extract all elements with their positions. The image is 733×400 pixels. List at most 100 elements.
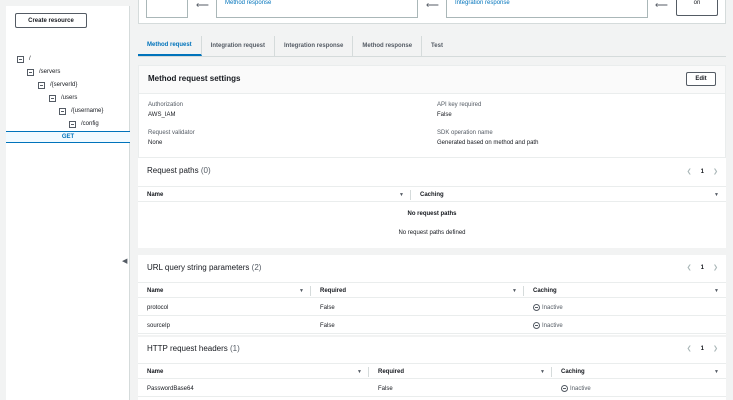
status-text: Inactive (570, 385, 591, 392)
validator-label: Request validator (148, 130, 195, 136)
page-number[interactable]: 1 (701, 265, 704, 271)
authorization-label: Authorization (148, 102, 184, 108)
tree-item-label: /servers (39, 69, 61, 75)
inactive-status-icon (561, 385, 568, 392)
sdk-value: Generated based on method and path (437, 140, 539, 146)
settings-title: Method request settings (148, 74, 241, 83)
resource-panel: Create resource / /servers /{serverId} /… (6, 6, 130, 400)
column-header-name[interactable]: Name (147, 187, 163, 203)
tab-method-response[interactable]: Method response (353, 36, 423, 56)
collapse-icon[interactable] (17, 55, 24, 63)
param-name: sourceIp (147, 322, 171, 329)
sort-down-icon[interactable]: ▼ (299, 283, 304, 299)
column-header-caching[interactable]: Caching (420, 187, 444, 203)
collapse-icon[interactable] (27, 68, 34, 76)
section-title-text: Request paths (147, 166, 199, 175)
query-params-title: URL query string parameters (2) (147, 263, 261, 272)
inactive-status-icon (533, 322, 540, 329)
sdk-label: SDK operation name (437, 130, 493, 136)
validator-value: None (148, 140, 163, 146)
tab-integration-response[interactable]: Integration response (275, 36, 354, 56)
flow-label: Integration response (455, 0, 510, 6)
page-number[interactable]: 1 (701, 346, 704, 352)
param-required: False (320, 304, 335, 311)
tree-item-config[interactable]: /config (69, 118, 99, 130)
collapse-icon[interactable] (49, 94, 56, 102)
flow-integration-response[interactable]: Integration response (446, 0, 648, 18)
sort-down-icon[interactable]: ▼ (399, 187, 404, 203)
sort-down-icon[interactable]: ▼ (714, 364, 719, 380)
tree-item-serverid[interactable]: /{serverId} (38, 79, 77, 91)
collapse-icon[interactable] (59, 107, 66, 115)
tree-item-users[interactable]: /users (49, 92, 77, 104)
flow-button[interactable]: on (676, 0, 718, 16)
settings-header: Method request settings Edit (139, 66, 725, 94)
column-divider (368, 367, 369, 377)
sort-down-icon[interactable]: ▼ (714, 187, 719, 203)
chevron-right-icon[interactable]: ❯ (713, 345, 718, 352)
sort-down-icon[interactable]: ▼ (512, 283, 517, 299)
column-header-caching[interactable]: Caching (533, 283, 557, 299)
request-headers-table: Name ▼ Required ▼ Caching ▼ PasswordBase… (138, 363, 726, 400)
tree-item-servers[interactable]: /servers (27, 66, 60, 78)
edit-button[interactable]: Edit (686, 72, 716, 86)
param-name: protocol (147, 304, 169, 311)
method-request-settings-panel: Method request settings Edit Authorizati… (138, 65, 726, 158)
param-required: False (320, 322, 335, 329)
chevron-right-icon[interactable]: ❯ (713, 168, 718, 175)
request-paths-pager: ❮ 1 ❯ (687, 168, 718, 176)
authorization-value: AWS_IAM (148, 112, 176, 118)
column-header-name[interactable]: Name (147, 364, 163, 380)
tree-item-root[interactable]: / (17, 53, 31, 65)
arrow-left-icon: ⟵ (196, 0, 209, 10)
header-name: PasswordBase64 (147, 385, 194, 392)
chevron-left-icon[interactable]: ❮ (687, 264, 692, 271)
panel-resize-handle-icon[interactable]: ◀ (122, 257, 127, 265)
sort-down-icon[interactable]: ▼ (714, 283, 719, 299)
sdk-field: SDK operation name Generated based on me… (437, 130, 538, 146)
flow-box[interactable] (146, 0, 188, 18)
create-resource-button[interactable]: Create resource (15, 13, 87, 28)
chevron-left-icon[interactable]: ❮ (687, 345, 692, 352)
tab-method-request[interactable]: Method request (138, 36, 202, 56)
section-count: (2) (251, 263, 262, 272)
column-header-name[interactable]: Name (147, 283, 163, 299)
arrow-left-icon: ⟵ (655, 0, 668, 10)
collapse-icon[interactable] (69, 120, 76, 128)
api-key-label: API key required (437, 102, 482, 108)
status-badge: Inactive (533, 299, 563, 316)
query-params-table: Name ▼ Required ▼ Caching ▼ protocol Fal… (138, 282, 726, 334)
request-paths-table: Name ▼ Caching ▼ No request paths No req… (138, 186, 726, 246)
empty-state-description: No request paths defined (398, 230, 466, 236)
section-title-text: HTTP request headers (147, 344, 228, 353)
inactive-status-icon (533, 304, 540, 311)
table-row[interactable]: PasswordBase64 False Inactive (138, 380, 726, 397)
status-badge: Inactive (561, 380, 591, 397)
page-number[interactable]: 1 (701, 169, 704, 175)
table-row[interactable]: sourceIp False Inactive (138, 317, 726, 334)
tree-item-username[interactable]: /{username} (59, 105, 103, 117)
sort-down-icon[interactable]: ▼ (540, 364, 545, 380)
section-count: (0) (200, 166, 211, 175)
chevron-right-icon[interactable]: ❯ (713, 264, 718, 271)
table-row[interactable]: protocol False Inactive (138, 299, 726, 316)
tab-integration-request[interactable]: Integration request (202, 36, 276, 56)
chevron-left-icon[interactable]: ❮ (687, 168, 692, 175)
section-count: (1) (230, 344, 240, 353)
flow-method-response[interactable]: Method response (216, 0, 418, 18)
request-headers-pager: ❮ 1 ❯ (687, 345, 718, 353)
tree-item-label: /{serverId} (50, 82, 78, 88)
flow-label: Method response (225, 0, 272, 6)
column-header-required[interactable]: Required (378, 364, 404, 380)
column-header-required[interactable]: Required (320, 283, 346, 299)
tab-bar: Method request Integration request Integ… (138, 36, 726, 57)
column-divider (551, 367, 552, 377)
tree-item-get-method[interactable]: GET (6, 131, 130, 143)
tab-test[interactable]: Test (422, 36, 452, 56)
validator-field: Request validator None (148, 130, 195, 146)
request-headers-title: HTTP request headers (1) (147, 344, 240, 353)
tree-item-label: /users (61, 95, 78, 101)
sort-down-icon[interactable]: ▼ (357, 364, 362, 380)
collapse-icon[interactable] (38, 81, 45, 89)
column-header-caching[interactable]: Caching (561, 364, 585, 380)
